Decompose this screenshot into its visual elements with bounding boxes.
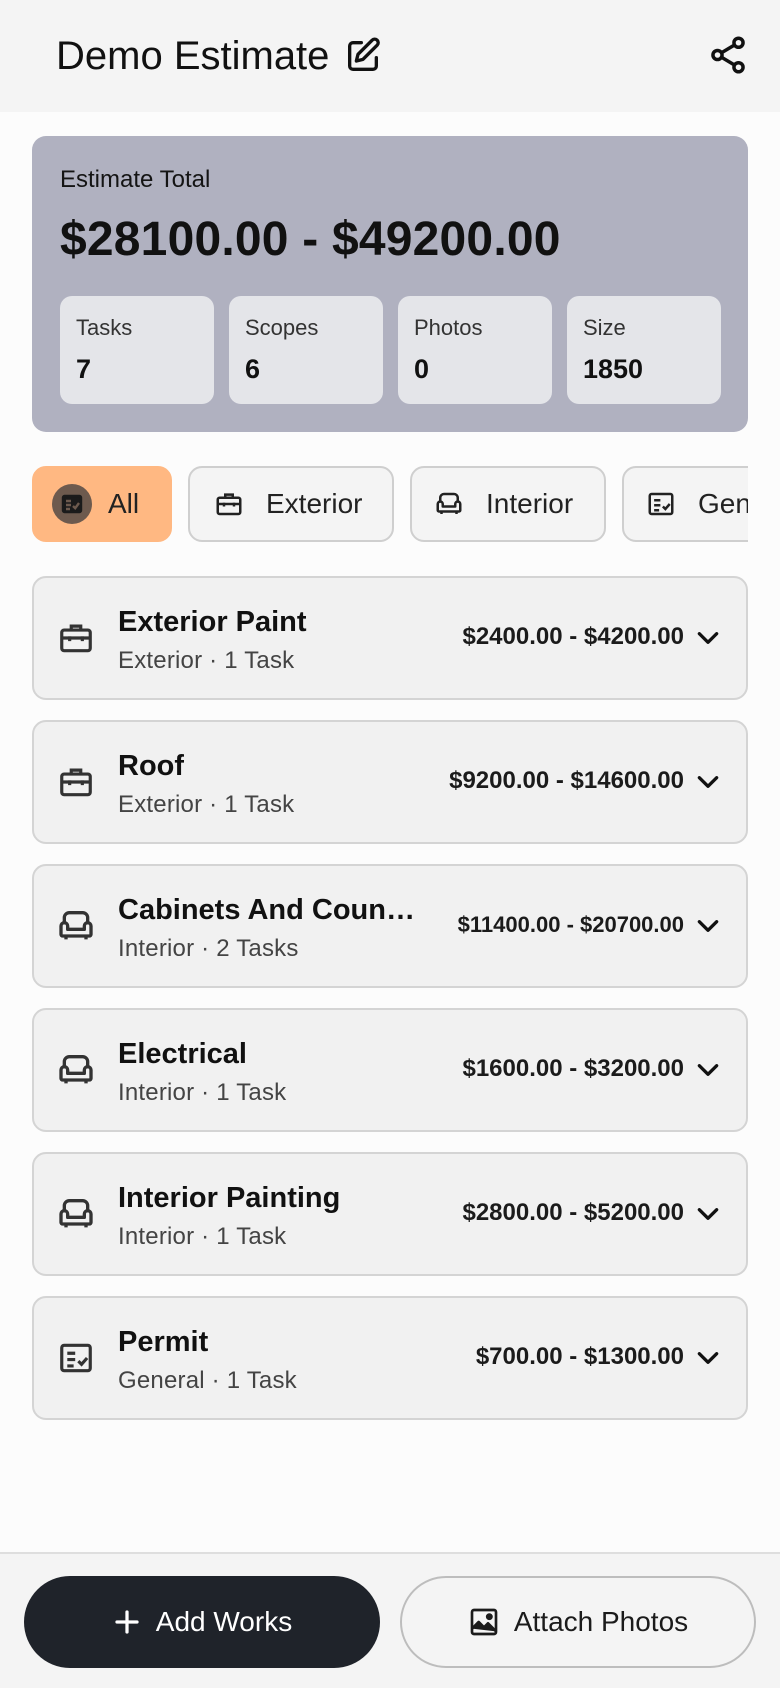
scope-category: Interior [118, 935, 195, 962]
scope-task-count: 2 Tasks [216, 935, 299, 962]
plus-icon [112, 1607, 142, 1637]
scope-title: Interior Painting [118, 1182, 341, 1214]
chevron-down-icon[interactable] [694, 768, 722, 796]
chip-label: General [698, 488, 748, 519]
page-title-row: Demo Estimate [56, 30, 383, 82]
filter-chip-general[interactable]: General [622, 466, 748, 542]
chip-label: Exterior [266, 488, 363, 519]
add-works-label: Add Works [155, 1606, 293, 1637]
chevron-down-icon[interactable] [694, 1200, 722, 1228]
scope-card[interactable]: Exterior Paint Exterior · 1 Task $2400.0… [32, 576, 748, 700]
estimate-total-amount: $28100.00 - $49200.00 [60, 213, 561, 266]
stat-value: 1850 [583, 354, 644, 384]
scope-subtitle: Interior · 1 Task [118, 1223, 287, 1250]
share-icon[interactable] [706, 32, 750, 78]
scope-category: Exterior [118, 791, 203, 818]
estimate-summary-card: Estimate Total $28100.00 - $49200.00 Tas… [32, 136, 748, 432]
scope-category: General [118, 1367, 205, 1394]
scope-subtitle: Interior · 1 Task [118, 1079, 287, 1106]
checklist-icon [56, 1338, 96, 1378]
estimate-total-label: Estimate Total [60, 166, 211, 193]
stat-value: 0 [414, 354, 430, 384]
filter-chip-interior[interactable]: Interior [410, 466, 606, 542]
scope-task-count: 1 Task [224, 791, 295, 818]
scope-card[interactable]: Permit General · 1 Task $700.00 - $1300.… [32, 1296, 748, 1420]
scope-task-count: 1 Task [226, 1367, 297, 1394]
scope-task-count: 1 Task [216, 1079, 287, 1106]
stat-value: 6 [245, 354, 261, 384]
stat-scopes: Scopes 6 [229, 296, 383, 404]
stat-label: Photos [414, 315, 483, 340]
scope-price-range: $2400.00 - $4200.00 [462, 623, 684, 650]
armchair-icon [56, 906, 96, 946]
scope-task-count: 1 Task [224, 647, 295, 674]
scope-card[interactable]: Electrical Interior · 1 Task $1600.00 - … [32, 1008, 748, 1132]
chip-label: All [108, 488, 140, 519]
stat-tasks: Tasks 7 [60, 296, 214, 404]
attach-photos-button[interactable]: Attach Photos [400, 1576, 756, 1668]
stat-label: Scopes [245, 315, 319, 340]
filter-chip-exterior[interactable]: Exterior [188, 466, 394, 542]
scope-card[interactable]: Cabinets And Countertops Interior · 2 Ta… [32, 864, 748, 988]
scope-category: Interior [118, 1223, 195, 1250]
stat-value: 7 [76, 354, 92, 384]
toolbox-icon [56, 762, 96, 802]
scope-price-range: $11400.00 - $20700.00 [457, 912, 684, 937]
scope-price-range: $2800.00 - $5200.00 [462, 1199, 684, 1226]
top-bar: Demo Estimate [0, 0, 780, 112]
scope-title: Electrical [118, 1038, 247, 1070]
scope-subtitle: Exterior · 1 Task [118, 647, 295, 674]
scope-card[interactable]: Roof Exterior · 1 Task $9200.00 - $14600… [32, 720, 748, 844]
scope-price-range: $9200.00 - $14600.00 [449, 767, 684, 794]
checklist-icon [646, 489, 676, 519]
scope-title: Permit [118, 1326, 209, 1358]
scope-subtitle: General · 1 Task [118, 1367, 297, 1394]
scope-price-range: $1600.00 - $3200.00 [462, 1055, 684, 1082]
scope-task-count: 1 Task [216, 1223, 287, 1250]
armchair-icon [56, 1050, 96, 1090]
bottom-action-bar: Add Works Attach Photos [0, 1552, 780, 1688]
scope-title: Roof [118, 750, 185, 782]
armchair-icon [434, 489, 464, 519]
armchair-icon [56, 1194, 96, 1234]
scope-category: Interior [118, 1079, 195, 1106]
chevron-down-icon[interactable] [694, 624, 722, 652]
toolbox-icon [214, 489, 244, 519]
scope-title: Exterior Paint [118, 606, 307, 638]
scope-card[interactable]: Interior Painting Interior · 1 Task $280… [32, 1152, 748, 1276]
attach-photos-label: Attach Photos [513, 1606, 689, 1637]
stat-size: Size 1850 [567, 296, 721, 404]
edit-icon[interactable] [343, 36, 383, 76]
scope-price-range: $700.00 - $1300.00 [475, 1343, 684, 1370]
stat-label: Size [583, 315, 626, 340]
scope-title: Cabinets And Countertops [118, 894, 420, 926]
scope-subtitle: Interior · 2 Tasks [118, 935, 299, 962]
page-title: Demo Estimate [56, 34, 330, 78]
add-works-button[interactable]: Add Works [24, 1576, 380, 1668]
chip-label: Interior [486, 488, 574, 519]
toolbox-icon [56, 618, 96, 658]
scope-subtitle: Exterior · 1 Task [118, 791, 295, 818]
checklist-icon [52, 484, 92, 524]
chevron-down-icon[interactable] [694, 912, 722, 940]
image-icon [468, 1606, 500, 1638]
filter-chip-all[interactable]: All [32, 466, 172, 542]
stat-photos: Photos 0 [398, 296, 552, 404]
chevron-down-icon[interactable] [694, 1344, 722, 1372]
stat-label: Tasks [76, 315, 133, 340]
chevron-down-icon[interactable] [694, 1056, 722, 1084]
scope-category: Exterior [118, 647, 203, 674]
filter-chip-row: All Exterior Interior Gen [32, 466, 748, 542]
